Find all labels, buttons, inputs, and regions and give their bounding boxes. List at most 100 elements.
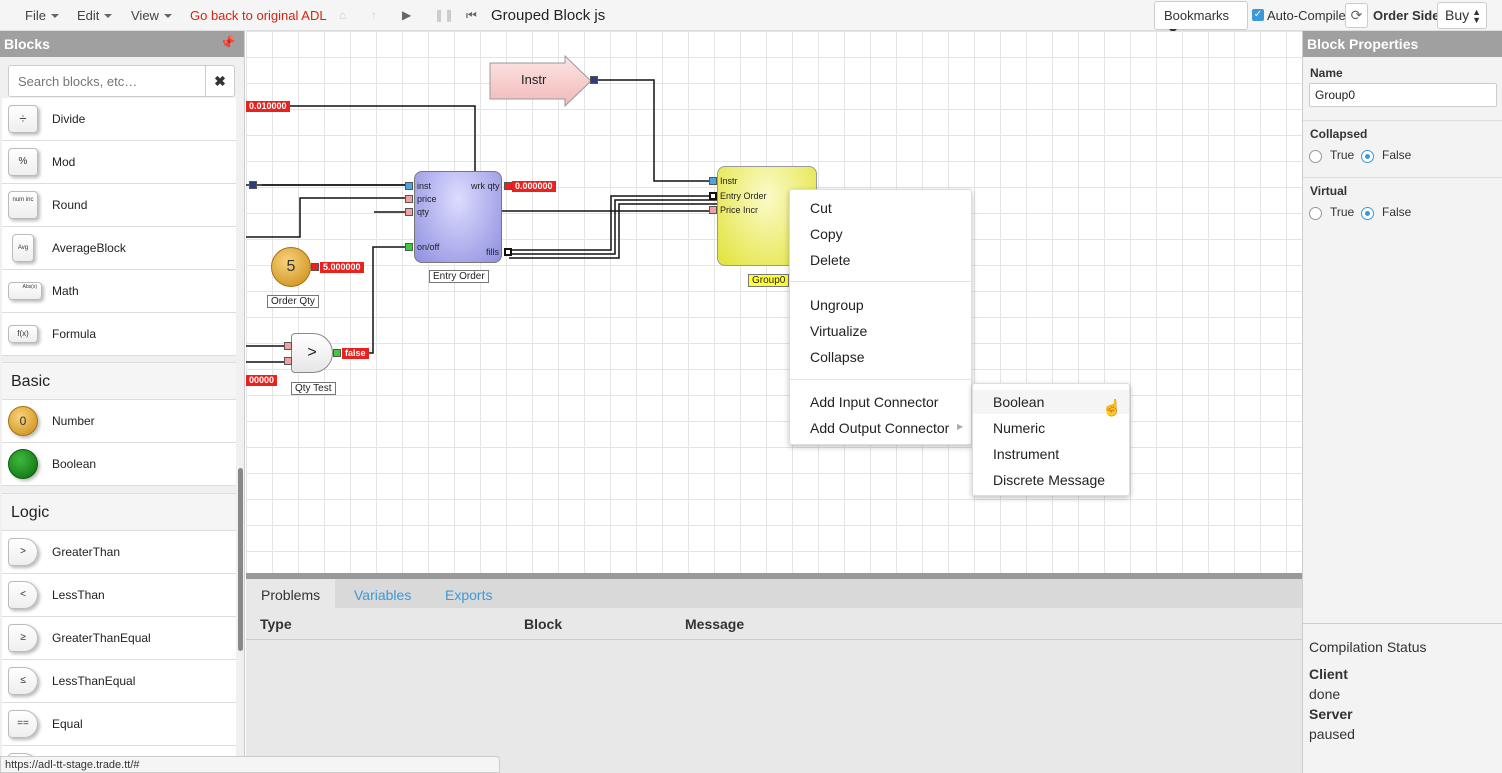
collapsed-false-radio[interactable] xyxy=(1361,150,1374,163)
bookmarks-button[interactable]: Bookmarks xyxy=(1154,1,1248,33)
equal-icon: == xyxy=(8,710,38,738)
value-badge: 5.000000 xyxy=(320,262,364,273)
block-item-label: LessThanEqual xyxy=(52,674,136,688)
submenu-item-numeric[interactable]: Numeric xyxy=(993,420,1045,436)
port-qty[interactable] xyxy=(405,208,413,216)
menu-item-delete[interactable]: Delete xyxy=(810,252,850,268)
submenu-item-discrete-message[interactable]: Discrete Message xyxy=(993,472,1105,488)
column-divider xyxy=(246,639,1302,640)
port-price-incr[interactable] xyxy=(709,206,717,214)
tab-exports[interactable]: Exports xyxy=(445,587,492,603)
client-status: done xyxy=(1309,686,1341,702)
block-item-greaterthanequal[interactable]: ≥ GreaterThanEqual xyxy=(2,617,236,660)
port-entry-order[interactable] xyxy=(709,192,717,200)
diagram-canvas[interactable]: Instr 0.010000 00000 inst price qty on/o… xyxy=(246,31,1302,573)
block-item-round[interactable]: num inc Round xyxy=(2,184,236,227)
port-inst[interactable] xyxy=(405,182,413,190)
block-item-math[interactable]: Abs(x) Math xyxy=(2,270,236,313)
column-message[interactable]: Message xyxy=(685,616,744,632)
submenu-arrow-icon: ▶ xyxy=(957,422,964,431)
block-item-formula[interactable]: f(x) Formula xyxy=(2,313,236,356)
compilation-status: Compilation Status Client done Server pa… xyxy=(1303,623,1502,773)
block-item-lessthan[interactable]: < LessThan xyxy=(2,574,236,617)
radio-label: False xyxy=(1382,148,1412,162)
section-logic[interactable]: Logic xyxy=(2,493,236,531)
view-menu[interactable]: View xyxy=(131,8,172,23)
block-item-greaterthan[interactable]: > GreaterThan xyxy=(2,531,236,574)
tab-problems[interactable]: Problems xyxy=(246,579,336,610)
file-menu-label: File xyxy=(25,8,46,23)
menu-item-virtualize[interactable]: Virtualize xyxy=(810,323,867,339)
client-label: Client xyxy=(1309,666,1348,682)
back-to-original-link[interactable]: Go back to original ADL xyxy=(190,8,327,23)
menu-item-collapse[interactable]: Collapse xyxy=(810,349,864,365)
virtual-false-radio[interactable] xyxy=(1361,207,1374,220)
block-item-boolean[interactable]: Boolean xyxy=(2,443,236,486)
server-label: Server xyxy=(1309,706,1353,722)
section-basic[interactable]: Basic xyxy=(2,362,236,400)
block-item-mod[interactable]: % Mod xyxy=(2,141,236,184)
block-item-label: Round xyxy=(52,198,88,212)
bottom-tabs: Problems Variables Exports xyxy=(246,579,1302,610)
port-instr[interactable] xyxy=(709,177,717,185)
qty-test-block[interactable]: > xyxy=(291,333,333,373)
math-icon: Abs(x) xyxy=(8,282,42,300)
play-icon[interactable]: ▶ xyxy=(402,8,411,22)
blocks-scrollbar[interactable] xyxy=(238,468,243,651)
port-out[interactable] xyxy=(333,349,341,357)
pause-icon[interactable]: ❚❚ xyxy=(434,8,454,22)
port-out[interactable] xyxy=(504,182,512,190)
column-block[interactable]: Block xyxy=(524,616,562,632)
up-arrow-icon[interactable]: ↑ xyxy=(371,8,377,22)
number-icon: 0 xyxy=(8,406,38,436)
port-price[interactable] xyxy=(405,195,413,203)
port-out[interactable] xyxy=(311,263,319,271)
port-out[interactable] xyxy=(590,76,598,84)
edit-menu[interactable]: Edit xyxy=(77,8,113,23)
clear-search-icon[interactable]: ✖ xyxy=(205,66,234,96)
order-side-select[interactable]: Buy ▲ ▼ xyxy=(1437,2,1487,29)
collapsed-true-radio[interactable] xyxy=(1309,150,1322,163)
block-item-label: Math xyxy=(52,284,79,298)
context-menu: Cut Copy Delete Ungroup Virtualize Colla… xyxy=(789,189,973,445)
skip-start-icon[interactable]: ⏮ xyxy=(466,8,477,23)
block-item-divide[interactable]: ÷ Divide xyxy=(2,98,236,141)
auto-compile-checkbox[interactable]: ✓ xyxy=(1252,9,1264,21)
block-item-label: Boolean xyxy=(52,457,97,471)
menu-item-copy[interactable]: Copy xyxy=(810,226,843,242)
port-out[interactable] xyxy=(249,181,257,189)
submenu-item-instrument[interactable]: Instrument xyxy=(993,446,1059,462)
virtual-true-radio[interactable] xyxy=(1309,207,1322,220)
block-item-number[interactable]: 0 Number xyxy=(2,400,236,443)
block-search-input[interactable] xyxy=(9,66,207,96)
value-badge: 0.000000 xyxy=(512,181,556,192)
column-type[interactable]: Type xyxy=(260,616,292,632)
value-badge: false xyxy=(342,348,369,359)
port-out[interactable] xyxy=(504,248,512,256)
edit-menu-label: Edit xyxy=(77,8,100,23)
port-onoff[interactable] xyxy=(405,243,413,251)
menu-item-cut[interactable]: Cut xyxy=(810,200,832,216)
block-item-averageblock[interactable]: Avg AverageBlock xyxy=(2,227,236,270)
port-label: Entry Order xyxy=(720,191,767,201)
collapsed-label: Collapsed xyxy=(1310,127,1368,141)
block-item-label: LessThan xyxy=(52,588,105,602)
order-qty-block[interactable]: 5 xyxy=(271,247,311,287)
pin-icon[interactable]: 📌 xyxy=(220,35,236,51)
port-in[interactable] xyxy=(284,342,292,350)
submenu-item-boolean[interactable]: Boolean xyxy=(993,394,1044,410)
port-in[interactable] xyxy=(284,357,292,365)
name-field[interactable] xyxy=(1309,83,1497,107)
file-menu[interactable]: File xyxy=(25,8,59,23)
tab-variables[interactable]: Variables xyxy=(354,587,411,603)
refresh-icon[interactable]: ⟳ xyxy=(1345,3,1368,28)
block-item-equal[interactable]: == Equal xyxy=(2,703,236,746)
home-icon[interactable]: ⌂ xyxy=(339,8,346,22)
block-item-lessthanequal[interactable]: ≤ LessThanEqual xyxy=(2,660,236,703)
menu-item-add-output-connector[interactable]: Add Output Connector xyxy=(810,420,949,436)
menu-item-add-input-connector[interactable]: Add Input Connector xyxy=(810,394,938,410)
formula-icon: f(x) xyxy=(8,325,38,343)
menu-item-ungroup[interactable]: Ungroup xyxy=(810,297,864,313)
wire xyxy=(246,197,409,238)
value-badge: 00000 xyxy=(246,375,278,386)
